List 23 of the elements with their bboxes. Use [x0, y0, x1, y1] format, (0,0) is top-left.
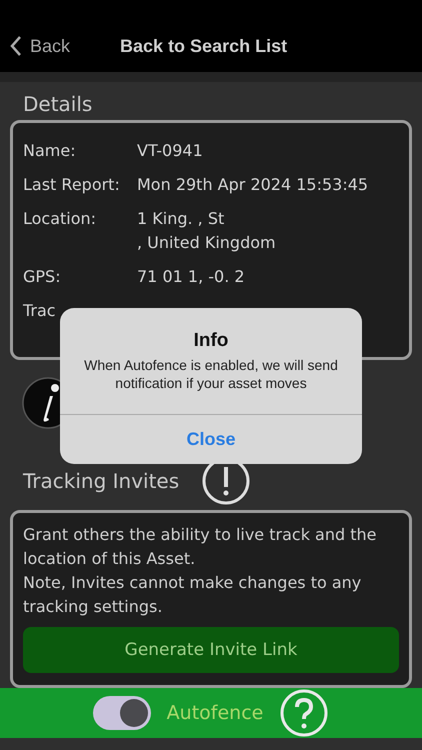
- close-button[interactable]: Close: [60, 414, 362, 464]
- screen-title: Back to Search List: [120, 36, 288, 56]
- field-label: Name:: [23, 140, 77, 162]
- field-value: 71 01 1, -0. 2: [137, 266, 246, 288]
- section-heading: Tracking Invites: [23, 469, 180, 493]
- field-label: Last Report:: [23, 174, 121, 196]
- alert-title: Info: [194, 330, 228, 352]
- back-button[interactable]: Back: [10, 36, 70, 56]
- section-heading: Details: [23, 92, 92, 116]
- autofence-toggle[interactable]: [92, 696, 151, 730]
- alert-message: When Autofence is enabled, we will send notification if your asset moves: [83, 356, 339, 393]
- field-value: VT-0941: [137, 140, 204, 162]
- description-text: Grant others the ability to live track and the location of this Asset.: [23, 524, 378, 570]
- autofence-label: Autofence: [166, 702, 264, 724]
- field-value: Mon 29th Apr 2024 15:53:45: [137, 174, 370, 196]
- field-value: 1 King. , St , United Kingdom: [137, 208, 277, 254]
- chevron-left-icon: [10, 36, 22, 56]
- help-icon[interactable]: [279, 688, 330, 738]
- field-label: Trac: [23, 300, 57, 322]
- description-text: Note, Invites cannot make changes to any tracking settings.: [23, 572, 362, 618]
- field-label: Location:: [23, 208, 98, 230]
- generate-link-button[interactable]: Generate Invite Link: [23, 627, 399, 673]
- field-label: GPS:: [23, 266, 62, 288]
